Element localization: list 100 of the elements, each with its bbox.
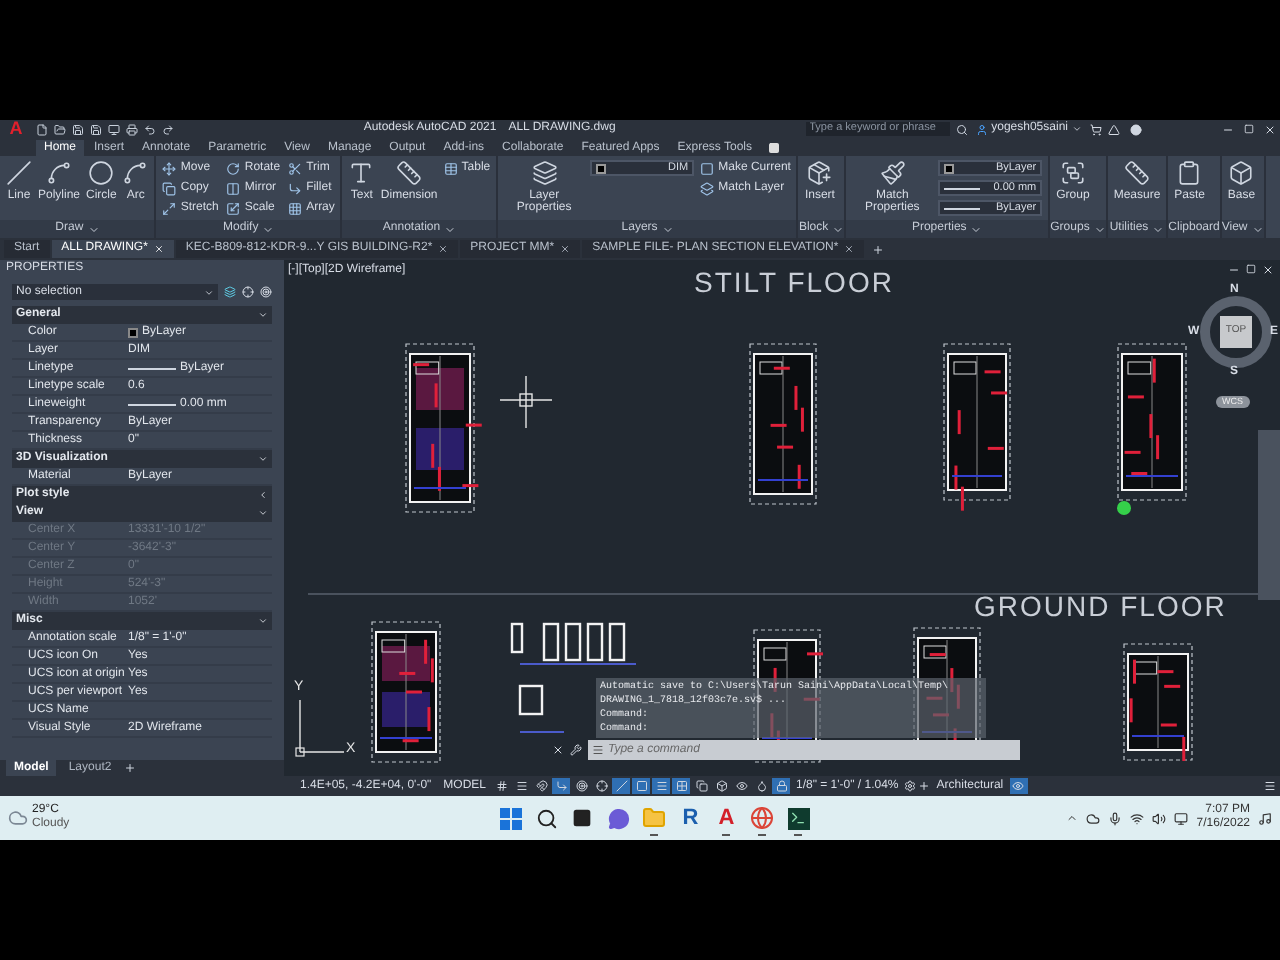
save-as-icon[interactable]	[90, 123, 102, 135]
task-view-icon	[572, 808, 593, 828]
line-sample	[128, 367, 176, 369]
running-indicator	[722, 833, 731, 835]
line-sample	[128, 403, 176, 405]
running-indicator	[650, 833, 659, 835]
caret-icon	[87, 223, 100, 235]
copy-icon	[162, 182, 177, 196]
close-icon[interactable]	[1264, 123, 1276, 135]
new-file-icon[interactable]	[36, 123, 48, 135]
caret-icon	[661, 223, 674, 235]
caret-icon	[832, 223, 845, 235]
scissors-icon	[288, 162, 303, 176]
search-icon[interactable]	[955, 123, 968, 135]
rotate-icon	[226, 162, 241, 176]
chevron-down-icon	[204, 287, 215, 297]
floor-plan-drawing	[1123, 643, 1193, 761]
chevron-down-icon	[258, 310, 268, 320]
customize-icon[interactable]	[570, 744, 582, 756]
floor-plan-drawing	[371, 621, 441, 763]
maximize-icon[interactable]	[1244, 124, 1254, 134]
mirror-icon	[226, 182, 241, 196]
taskbar-app-button[interactable]: A	[709, 799, 744, 837]
osnap-icon[interactable]	[592, 778, 610, 794]
folder-icon	[642, 806, 667, 830]
speaker-icon[interactable]	[1152, 811, 1167, 825]
add-layout-icon[interactable]	[123, 762, 136, 774]
triangle-icon[interactable]	[1108, 123, 1120, 135]
color-swatch	[944, 163, 955, 173]
ruler-icon	[1124, 160, 1150, 186]
app-logo: R	[682, 806, 699, 830]
microphone-icon[interactable]	[1108, 811, 1123, 825]
chevron-down-icon	[258, 616, 268, 626]
drawing-heading: STILT FLOOR	[694, 268, 894, 296]
taskbar-app-button[interactable]: R	[673, 799, 708, 837]
cart-icon[interactable]	[1090, 123, 1102, 135]
lineweight-icon[interactable]	[652, 778, 670, 794]
lines-icon[interactable]	[512, 778, 530, 794]
settings-icon[interactable]	[904, 780, 917, 792]
color-swatch	[128, 327, 138, 337]
table-icon	[443, 162, 458, 176]
3d-osnap-icon[interactable]	[712, 778, 730, 794]
quick-select-icon[interactable]	[260, 286, 273, 298]
snap-icon[interactable]	[532, 778, 550, 794]
terminal-icon	[787, 807, 810, 829]
caret-icon	[1072, 124, 1082, 134]
globe-icon	[750, 806, 775, 830]
paintbrush-icon	[879, 160, 906, 186]
restore-icon[interactable]	[1246, 264, 1256, 274]
new-tab-icon[interactable]	[872, 243, 885, 255]
caret-icon	[970, 223, 983, 235]
scale-icon	[226, 202, 241, 216]
lock-icon[interactable]	[772, 778, 790, 794]
line-icon	[6, 160, 32, 186]
undo-icon[interactable]	[144, 123, 156, 135]
redo-icon[interactable]	[162, 123, 174, 135]
crosshair-cursor	[499, 375, 553, 429]
caret-icon	[1093, 223, 1106, 235]
close-icon[interactable]	[552, 744, 564, 756]
chevron-left-icon	[258, 490, 268, 500]
line-sample	[944, 187, 981, 189]
cloud-icon[interactable]	[1086, 811, 1101, 825]
caret-icon	[444, 223, 457, 235]
close-icon[interactable]	[1262, 264, 1274, 276]
line-sample	[944, 207, 981, 209]
drawing-heading: GROUND FLOOR	[974, 592, 1227, 620]
app-logo: A	[718, 806, 735, 830]
ucs-icon	[295, 699, 345, 757]
print-icon[interactable]	[126, 123, 138, 135]
arc-icon	[122, 160, 149, 186]
layers-icon	[531, 160, 558, 186]
wifi-icon[interactable]	[1130, 811, 1145, 825]
cloud-icon	[8, 808, 28, 828]
plus-icon[interactable]	[918, 780, 931, 792]
array-icon	[288, 202, 303, 216]
open-folder-icon[interactable]	[54, 123, 66, 135]
menu-icon[interactable]	[1264, 780, 1276, 792]
minimize-icon[interactable]	[1222, 123, 1234, 135]
visibility-icon[interactable]	[732, 778, 750, 794]
move-icon	[162, 162, 177, 176]
search-icon	[535, 807, 558, 829]
isolate-icon[interactable]	[1009, 778, 1028, 794]
grid-icon[interactable]	[492, 778, 510, 794]
minimize-icon[interactable]	[1228, 264, 1240, 276]
command-menu-icon[interactable]	[588, 740, 608, 760]
running-indicator	[794, 833, 803, 835]
save-icon[interactable]	[72, 123, 84, 135]
tray-chevron-icon[interactable]	[1066, 812, 1079, 824]
polyline-icon	[46, 160, 72, 186]
stretch-icon	[162, 202, 177, 216]
running-indicator	[758, 833, 767, 835]
chevron-down-icon	[258, 454, 268, 464]
caret-icon	[262, 223, 275, 235]
clipboard-icon	[1176, 160, 1203, 186]
text-icon	[348, 160, 375, 186]
select-objects-icon[interactable]	[242, 286, 255, 298]
toggle-pickadd-icon[interactable]	[224, 286, 237, 298]
match-layer-icon	[700, 182, 715, 196]
caret-icon	[1152, 223, 1165, 235]
chevron-down-icon	[258, 508, 268, 518]
